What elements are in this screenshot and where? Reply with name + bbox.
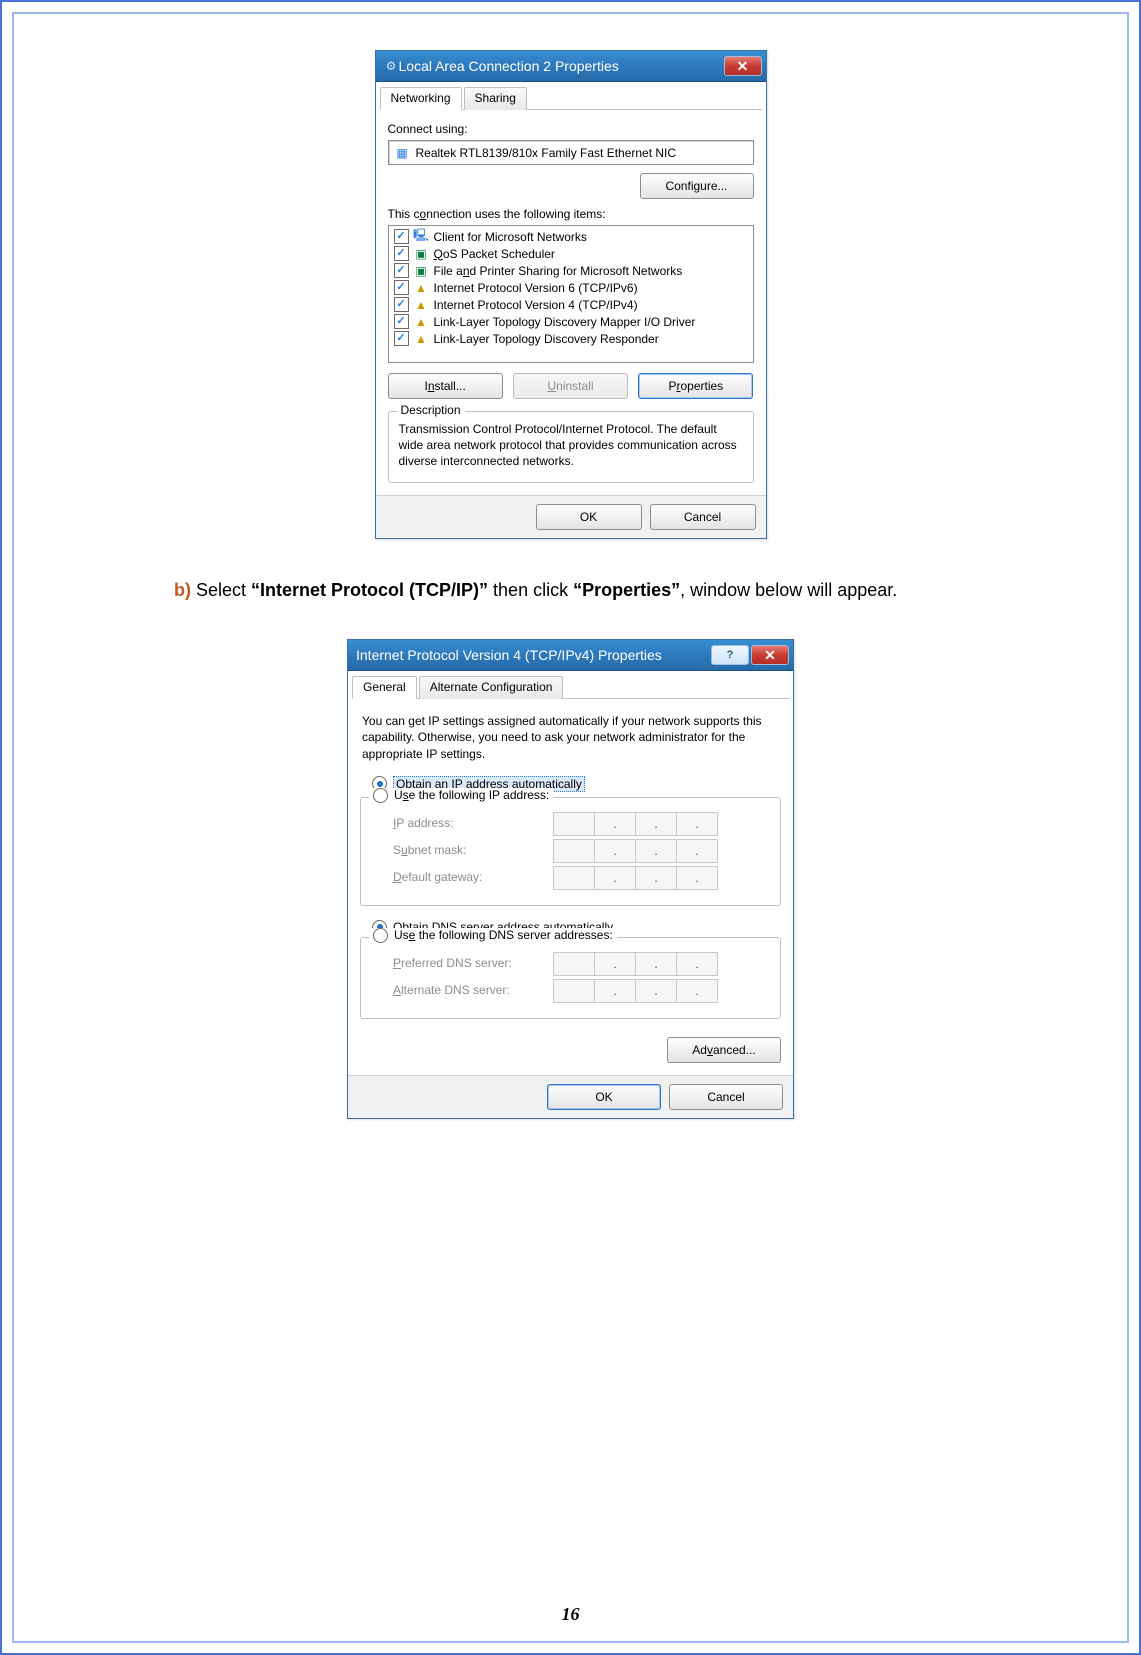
protocol-icon: ▲: [414, 331, 429, 346]
list-item[interactable]: ✓ ▣ QoS Packet Scheduler: [391, 245, 751, 262]
close-icon[interactable]: ✕: [751, 645, 789, 665]
network-icon: ⚙: [384, 59, 399, 74]
configure-button[interactable]: Configure...: [640, 173, 754, 199]
adapter-field[interactable]: ▦ Realtek RTL8139/810x Family Fast Ether…: [388, 140, 754, 165]
checkbox-icon[interactable]: ✓: [394, 297, 409, 312]
connection-items-list[interactable]: ✓ 🖳 Client for Microsoft Networks ✓ ▣ Qo…: [388, 225, 754, 363]
list-item-label: Client for Microsoft Networks: [434, 230, 587, 244]
items-label: This connection uses the following items…: [388, 207, 754, 221]
connect-using-label: Connect using:: [388, 122, 754, 136]
tab-sharing[interactable]: Sharing: [464, 87, 527, 110]
instruction-paragraph: b) Select “Internet Protocol (TCP/IP)” t…: [174, 571, 1027, 610]
properties-button[interactable]: Properties: [638, 373, 753, 399]
step-label: b): [174, 580, 191, 600]
list-item[interactable]: ✓ 🖳 Client for Microsoft Networks: [391, 228, 751, 245]
list-item-label: File and Printer Sharing for Microsoft N…: [434, 264, 683, 278]
list-item-label: QoS Packet Scheduler: [434, 247, 555, 261]
radio-dns-manual[interactable]: [373, 928, 388, 943]
checkbox-icon[interactable]: ✓: [394, 229, 409, 244]
list-item[interactable]: ✓ ▲ Internet Protocol Version 6 (TCP/IPv…: [391, 279, 751, 296]
client-icon: 🖳: [414, 229, 429, 244]
protocol-icon: ▲: [414, 297, 429, 312]
cancel-button[interactable]: Cancel: [669, 1084, 783, 1110]
subnet-mask-input: ...: [553, 839, 718, 861]
protocol-icon: ▲: [414, 280, 429, 295]
checkbox-icon[interactable]: ✓: [394, 331, 409, 346]
cancel-button[interactable]: Cancel: [650, 504, 756, 530]
uninstall-button: Uninstall: [513, 373, 628, 399]
description-text: Transmission Control Protocol/Internet P…: [399, 421, 743, 470]
list-item[interactable]: ✓ ▲ Link-Layer Topology Discovery Mapper…: [391, 313, 751, 330]
radio-ip-manual[interactable]: [373, 788, 388, 803]
list-item[interactable]: ✓ ▲ Link-Layer Topology Discovery Respon…: [391, 330, 751, 347]
dialog2-titlebar[interactable]: Internet Protocol Version 4 (TCP/IPv4) P…: [348, 640, 793, 671]
list-item-label: Internet Protocol Version 4 (TCP/IPv4): [434, 298, 638, 312]
ipv4-properties-dialog: Internet Protocol Version 4 (TCP/IPv4) P…: [347, 639, 794, 1119]
dialog1-title: Local Area Connection 2 Properties: [399, 58, 724, 74]
share-icon: ▣: [414, 263, 429, 278]
page-number: 16: [14, 1604, 1127, 1625]
ok-button[interactable]: OK: [547, 1084, 661, 1110]
dialog2-title: Internet Protocol Version 4 (TCP/IPv4) P…: [356, 647, 711, 663]
checkbox-icon[interactable]: ✓: [394, 280, 409, 295]
close-icon[interactable]: ✕: [724, 56, 762, 76]
adapter-name: Realtek RTL8139/810x Family Fast Etherne…: [416, 146, 677, 160]
tab-general[interactable]: General: [352, 676, 417, 699]
advanced-button[interactable]: Advanced...: [667, 1037, 781, 1063]
preferred-dns-input: ...: [553, 952, 718, 974]
list-item-label: Link-Layer Topology Discovery Responder: [434, 332, 659, 346]
tab-networking[interactable]: Networking: [380, 87, 462, 110]
dialog2-help-text: You can get IP settings assigned automat…: [362, 713, 779, 762]
alternate-dns-label: Alternate DNS server:: [393, 983, 553, 997]
radio-ip-manual-label: Use the following IP address:: [394, 788, 549, 802]
help-icon[interactable]: ?: [711, 645, 749, 665]
gateway-label: Default gateway:: [393, 870, 553, 884]
ip-address-input: ...: [553, 812, 718, 834]
checkbox-icon[interactable]: ✓: [394, 314, 409, 329]
tab-altconfig[interactable]: Alternate Configuration: [419, 676, 564, 699]
ok-button[interactable]: OK: [536, 504, 642, 530]
ip-address-label: IP address:: [393, 816, 553, 830]
alternate-dns-input: ...: [553, 979, 718, 1001]
list-item[interactable]: ✓ ▣ File and Printer Sharing for Microso…: [391, 262, 751, 279]
description-label: Description: [397, 403, 465, 417]
subnet-mask-label: Subnet mask:: [393, 843, 553, 857]
checkbox-icon[interactable]: ✓: [394, 263, 409, 278]
list-item[interactable]: ✓ ▲ Internet Protocol Version 4 (TCP/IPv…: [391, 296, 751, 313]
install-button[interactable]: Install...: [388, 373, 503, 399]
list-item-label: Internet Protocol Version 6 (TCP/IPv6): [434, 281, 638, 295]
qos-icon: ▣: [414, 246, 429, 261]
adapter-icon: ▦: [395, 145, 410, 160]
gateway-input: ...: [553, 866, 718, 888]
protocol-icon: ▲: [414, 314, 429, 329]
lan-properties-dialog: ⚙ Local Area Connection 2 Properties ✕ N…: [375, 50, 767, 539]
preferred-dns-label: Preferred DNS server:: [393, 956, 553, 970]
checkbox-icon[interactable]: ✓: [394, 246, 409, 261]
dialog1-titlebar[interactable]: ⚙ Local Area Connection 2 Properties ✕: [376, 51, 766, 82]
list-item-label: Link-Layer Topology Discovery Mapper I/O…: [434, 315, 696, 329]
radio-dns-manual-label: Use the following DNS server addresses:: [394, 928, 613, 942]
